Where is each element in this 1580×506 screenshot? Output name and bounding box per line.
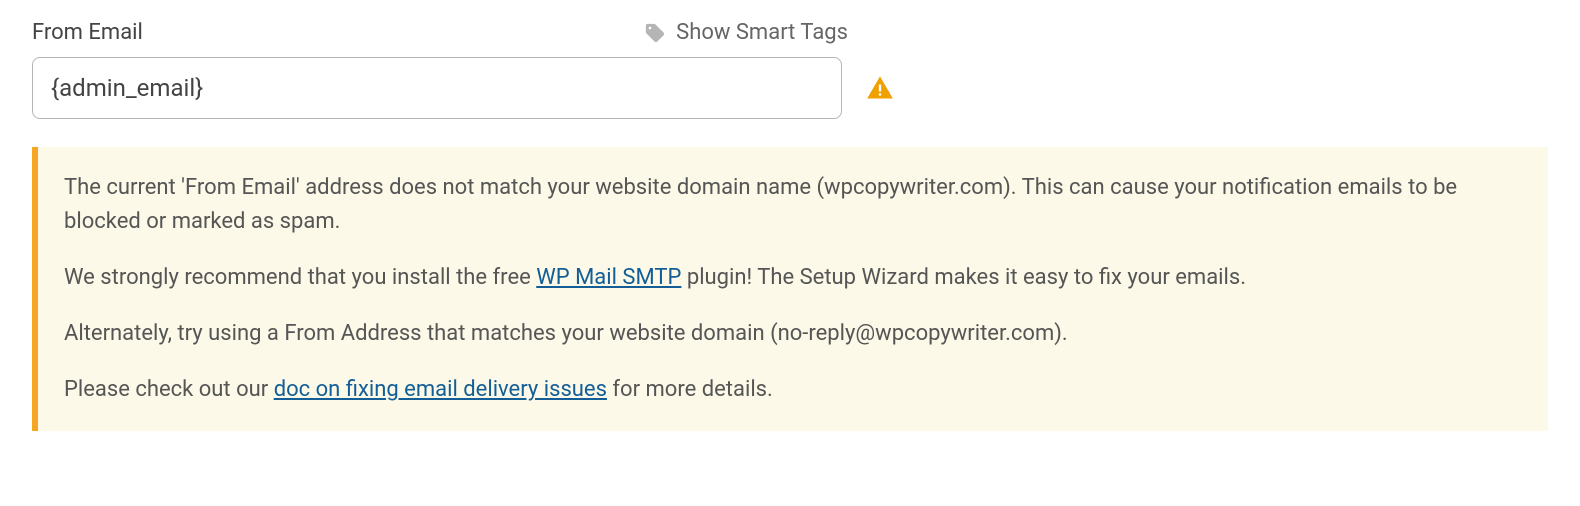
notice-text: for more details. <box>607 377 773 402</box>
doc-link[interactable]: doc on fixing email delivery issues <box>274 377 607 402</box>
from-email-input[interactable] <box>32 57 842 119</box>
wp-mail-smtp-link[interactable]: WP Mail SMTP <box>536 265 681 290</box>
notice-text: Please check out our <box>64 377 274 402</box>
show-smart-tags-toggle[interactable]: Show Smart Tags <box>644 20 848 45</box>
warning-notice: The current 'From Email' address does no… <box>32 147 1548 431</box>
notice-text: We strongly recommend that you install t… <box>64 265 536 290</box>
tag-icon <box>644 22 666 44</box>
notice-text: plugin! The Setup Wizard makes it easy t… <box>681 265 1246 290</box>
field-label: From Email <box>32 20 143 45</box>
show-smart-tags-label: Show Smart Tags <box>676 20 848 45</box>
warning-icon <box>866 74 894 102</box>
input-row <box>32 57 1548 119</box>
notice-paragraph-1: The current 'From Email' address does no… <box>64 171 1522 239</box>
notice-paragraph-4: Please check out our doc on fixing email… <box>64 373 1522 407</box>
notice-paragraph-3: Alternately, try using a From Address th… <box>64 317 1522 351</box>
notice-paragraph-2: We strongly recommend that you install t… <box>64 261 1522 295</box>
field-header: From Email Show Smart Tags <box>32 20 1548 45</box>
